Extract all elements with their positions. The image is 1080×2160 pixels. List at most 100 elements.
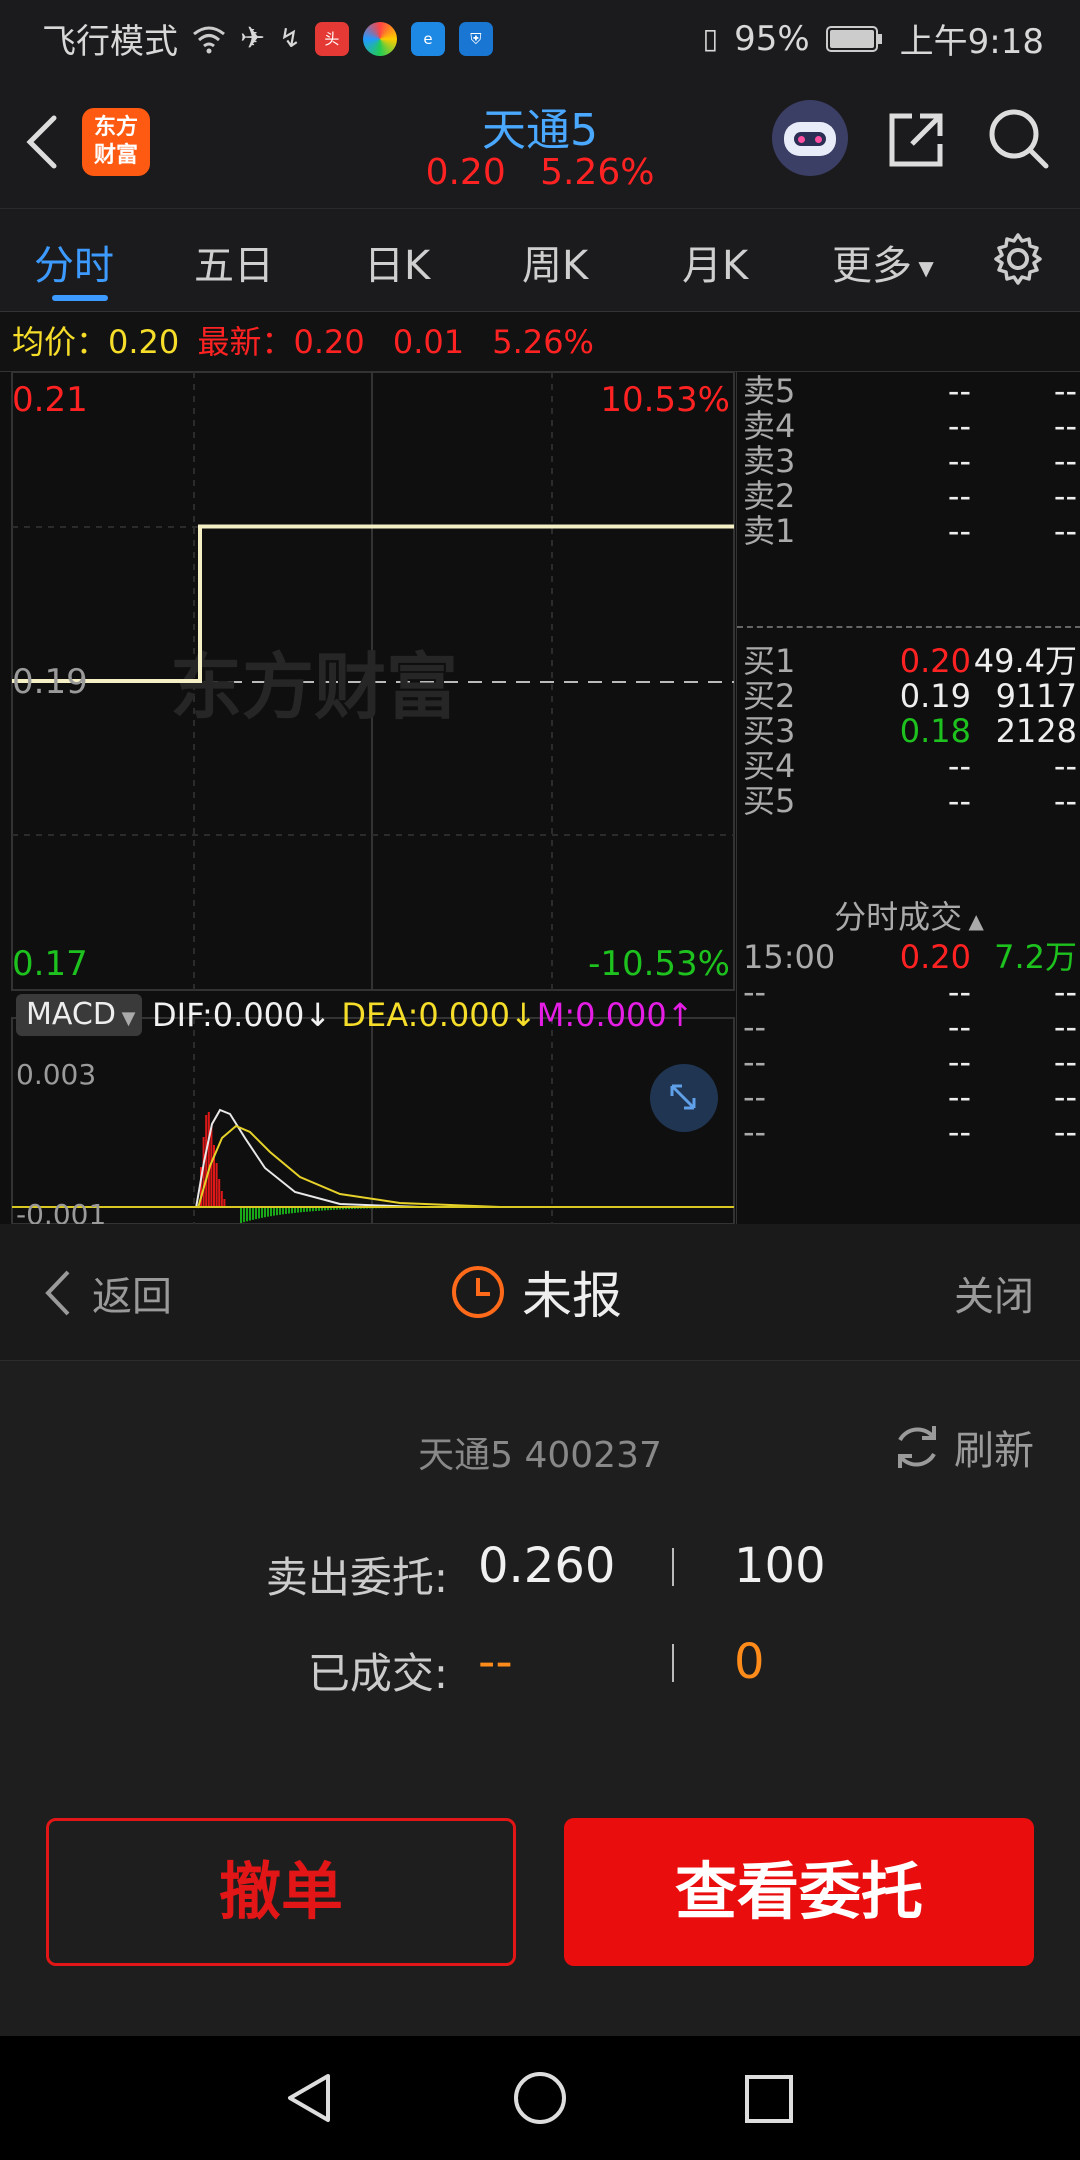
macd-y-bottom: -0.001 bbox=[16, 1198, 107, 1224]
expand-chart-button[interactable] bbox=[650, 1064, 718, 1132]
shield-app-icon: ⛨ bbox=[458, 21, 493, 56]
cancel-order-button[interactable]: 撤单 bbox=[46, 1818, 516, 1966]
y-axis-mid: 0.19 bbox=[12, 662, 88, 702]
vibrate-icon: ▯ bbox=[702, 22, 719, 55]
nav-back-icon[interactable] bbox=[284, 2072, 336, 2124]
airplane-mode-label: 飞行模式 bbox=[42, 22, 178, 62]
ask-label: 卖1 bbox=[743, 512, 796, 550]
macd-bar-negative bbox=[273, 1207, 275, 1216]
tab-week-k[interactable]: 周K bbox=[522, 233, 588, 291]
clock: 上午9:18 bbox=[899, 22, 1044, 62]
close-button[interactable]: 关闭 bbox=[954, 1264, 1034, 1322]
bid-row[interactable]: 买5 -- -- bbox=[737, 778, 1080, 824]
trade-price: -- bbox=[947, 1113, 971, 1151]
sell-order-qty: 100 bbox=[734, 1538, 826, 1594]
macd-bar-negative bbox=[264, 1207, 266, 1218]
macd-bar-negative bbox=[270, 1207, 272, 1217]
price-info-line: 均价：0.20 最新：0.20 0.01 5.26% bbox=[0, 312, 1080, 372]
period-tabs: 分时 五日 日K 周K 月K 更多 ▼ bbox=[0, 208, 1080, 312]
system-nav-bar bbox=[0, 2036, 1080, 2160]
latest-value: 0.20 bbox=[293, 323, 365, 361]
collapse-triangle-icon: ▲ bbox=[962, 909, 984, 933]
browser-app-icon: e bbox=[410, 21, 445, 56]
tab-more[interactable]: 更多 ▼ bbox=[832, 233, 934, 291]
active-tab-indicator bbox=[52, 295, 108, 301]
airplane-icon: ✈ bbox=[240, 21, 266, 56]
y-axis-min-pct: -10.53% bbox=[588, 944, 730, 984]
bid-volume: -- bbox=[1053, 782, 1077, 820]
robot-assistant-icon[interactable] bbox=[772, 100, 848, 176]
macd-bar-positive bbox=[207, 1112, 210, 1207]
panel-toolbar: 返回 未报 关闭 bbox=[0, 1224, 1080, 1361]
tab-month-k[interactable]: 月K bbox=[682, 233, 748, 291]
macd-bar-positive bbox=[205, 1115, 208, 1207]
trade-label: -- bbox=[743, 1113, 767, 1151]
search-icon[interactable] bbox=[986, 106, 1052, 172]
macd-bar-negative bbox=[267, 1207, 269, 1217]
order-book: 卖5 -- -- 卖4 -- -- 卖3 -- -- 卖2 -- -- 卖1 -- -- 买1 0.20 49.… bbox=[736, 372, 1080, 1224]
sell-order-price: 0.260 bbox=[478, 1538, 616, 1594]
toutiao-app-icon: 头 bbox=[314, 21, 349, 56]
view-orders-button[interactable]: 查看委托 bbox=[564, 1818, 1034, 1966]
macd-m: M:0.000 bbox=[536, 996, 667, 1034]
refresh-button[interactable]: 刷新 bbox=[890, 1418, 1034, 1476]
bid-price: -- bbox=[947, 782, 971, 820]
macd-dea: DEA:0.000 bbox=[341, 996, 510, 1034]
latest-change-pct: 5.26% bbox=[492, 323, 594, 361]
tab-intraday[interactable]: 分时 bbox=[34, 233, 114, 291]
share-icon[interactable] bbox=[884, 108, 948, 172]
nav-home-icon[interactable] bbox=[512, 2070, 568, 2126]
macd-bar-negative bbox=[255, 1207, 257, 1220]
intraday-chart-svg: 东方财富 bbox=[11, 372, 735, 1224]
macd-bar-negative bbox=[243, 1207, 245, 1223]
colorful-app-icon bbox=[362, 21, 397, 56]
y-axis-max-pct: 10.53% bbox=[600, 380, 730, 420]
macd-bar-positive bbox=[223, 1199, 226, 1207]
back-button[interactable]: 返回 bbox=[40, 1264, 172, 1322]
filled-price: -- bbox=[478, 1634, 513, 1690]
macd-bar-positive bbox=[215, 1163, 218, 1207]
order-status-title: 未报 bbox=[450, 1256, 622, 1328]
avg-value: 0.20 bbox=[108, 323, 180, 361]
tab-five-day[interactable]: 五日 bbox=[194, 233, 274, 291]
macd-indicator-selector[interactable]: MACD ▼ bbox=[16, 994, 142, 1036]
back-arrow-icon[interactable] bbox=[22, 112, 62, 172]
battery-percent: 95% bbox=[734, 18, 810, 59]
stock-price-line: 0.20 5.26% bbox=[340, 152, 740, 193]
latest-change: 0.01 bbox=[392, 323, 465, 361]
macd-values: DIF:0.000↓ DEA:0.000↓M:0.000↑ bbox=[152, 994, 694, 1036]
back-chevron-icon bbox=[45, 1270, 70, 1316]
stock-name: 天通5 bbox=[482, 105, 598, 156]
eastmoney-logo: 东方 财富 bbox=[82, 108, 150, 176]
y-axis-max: 0.21 bbox=[12, 380, 88, 420]
divider bbox=[672, 1644, 674, 1682]
down-arrow-icon: ↓ bbox=[509, 996, 537, 1034]
dropdown-triangle-icon: ▼ bbox=[912, 256, 934, 280]
intraday-trades-header[interactable]: 分时成交 ▲ bbox=[737, 892, 1080, 938]
wifi-icon bbox=[193, 26, 225, 53]
macd-dif: DIF:0.000 bbox=[152, 996, 305, 1034]
header-change-pct: 5.26% bbox=[540, 152, 655, 193]
tab-day-k[interactable]: 日K bbox=[364, 233, 430, 291]
settings-gear-icon[interactable] bbox=[990, 231, 1046, 287]
macd-bar-negative bbox=[285, 1207, 287, 1214]
nav-recents-icon[interactable] bbox=[744, 2074, 794, 2124]
y-axis-min: 0.17 bbox=[12, 944, 88, 984]
ask-row[interactable]: 卖1 -- -- bbox=[737, 508, 1080, 554]
macd-bar-negative bbox=[276, 1207, 278, 1216]
macd-bar-positive bbox=[218, 1179, 221, 1207]
sell-order-label: 卖出委托: bbox=[265, 1553, 448, 1602]
macd-bar-negative bbox=[258, 1207, 260, 1219]
intraday-chart[interactable]: 东方财富 0.21 10.53% 0.19 0.17 -10.53% MACD … bbox=[0, 372, 736, 1224]
status-bar: 飞行模式 ✈ ↯ 头 e ⛨ ▯ 95% 上午9:18 bbox=[0, 0, 1080, 72]
macd-bar-negative bbox=[246, 1207, 248, 1222]
macd-bar-negative bbox=[249, 1207, 251, 1221]
expand-icon bbox=[670, 1084, 696, 1110]
divider bbox=[672, 1548, 674, 1586]
dropdown-triangle-icon: ▼ bbox=[115, 1008, 136, 1029]
filled-label: 已成交: bbox=[307, 1649, 448, 1698]
trade-row[interactable]: -- -- -- bbox=[737, 1109, 1080, 1155]
ask-price: -- bbox=[947, 512, 971, 550]
dea-line bbox=[197, 1124, 734, 1209]
down-arrow-icon: ↓ bbox=[304, 996, 332, 1034]
